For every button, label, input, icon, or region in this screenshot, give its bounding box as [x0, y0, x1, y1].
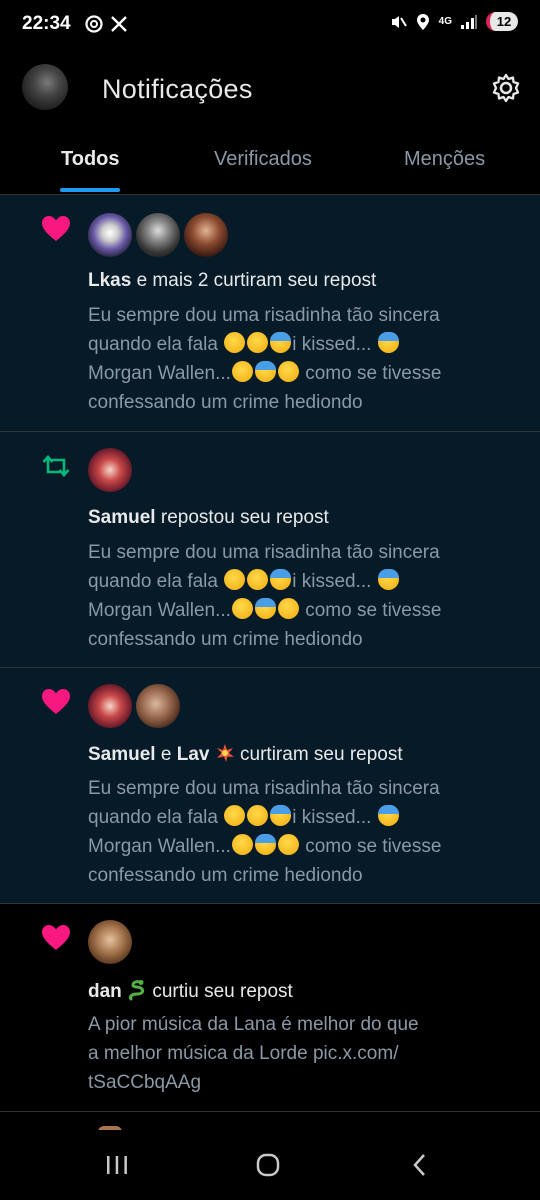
notification-body: A pior música da Lana é melhor do que a … — [88, 1014, 419, 1093]
location-icon — [416, 13, 429, 30]
page-title: Notificações — [102, 74, 253, 104]
repost-icon — [42, 455, 70, 477]
avatar[interactable] — [88, 684, 132, 728]
system-navigation-bar — [0, 1130, 540, 1200]
notification-item[interactable]: dan curtiu seu repost A pior música da L… — [0, 904, 540, 1112]
heart-icon — [42, 216, 70, 241]
back-icon[interactable] — [400, 1150, 440, 1180]
status-time: 22:34 — [22, 13, 71, 34]
mute-vibrate-icon — [391, 15, 407, 28]
avatar[interactable] — [136, 213, 180, 257]
heart-icon — [42, 689, 70, 714]
tab-mencoes[interactable]: Menções — [404, 148, 485, 171]
avatar[interactable] — [88, 448, 132, 492]
actor-name[interactable]: Lav — [177, 744, 210, 765]
avatar[interactable] — [136, 684, 180, 728]
threads-icon — [85, 15, 103, 33]
notification-title: Samuel e Lav curtiram seu repost — [88, 744, 403, 765]
status-bar: 22:34 4G 12 — [0, 0, 540, 50]
notification-body: Eu sempre dou uma risadinha tão sincera … — [88, 305, 442, 413]
actor-name[interactable]: Samuel — [88, 744, 156, 765]
notification-title: Samuel repostou seu repost — [88, 507, 329, 528]
heart-icon — [42, 925, 70, 950]
snake-emoji-icon — [129, 980, 145, 1001]
battery-indicator: 12 — [486, 12, 518, 31]
actor-name[interactable]: Lkas — [88, 270, 131, 291]
collision-emoji-icon — [216, 744, 234, 762]
network-type: 4G — [438, 15, 452, 27]
app-header: Notificações — [0, 50, 540, 128]
actor-name[interactable]: Samuel — [88, 507, 156, 528]
notification-body: Eu sempre dou uma risadinha tão sincera … — [88, 778, 442, 886]
actor-name[interactable]: dan — [88, 981, 122, 1002]
signal-icon — [461, 14, 477, 29]
notification-title: Lkas e mais 2 curtiram seu repost — [88, 270, 377, 291]
profile-avatar-button[interactable] — [22, 64, 68, 110]
avatar[interactable] — [88, 920, 132, 964]
avatar[interactable] — [184, 213, 228, 257]
recent-apps-icon[interactable] — [97, 1150, 137, 1180]
notification-item[interactable]: Samuel e Lav curtiram seu repost Eu semp… — [0, 668, 540, 904]
notification-body: Eu sempre dou uma risadinha tão sincera … — [88, 542, 442, 650]
notification-item[interactable]: Samuel repostou seu repost Eu sempre dou… — [0, 432, 540, 668]
active-tab-indicator — [60, 188, 120, 192]
tab-todos[interactable]: Todos — [61, 148, 120, 171]
home-icon[interactable] — [248, 1150, 288, 1180]
tab-verificados[interactable]: Verificados — [214, 148, 312, 171]
gear-icon[interactable] — [490, 72, 522, 104]
avatar[interactable] — [88, 213, 132, 257]
notification-item[interactable]: Lkas e mais 2 curtiram seu repost Eu sem… — [0, 195, 540, 432]
notification-title: dan curtiu seu repost — [88, 980, 293, 1002]
tab-bar: Todos Verificados Menções — [0, 128, 540, 195]
x-logo-icon — [111, 16, 127, 32]
